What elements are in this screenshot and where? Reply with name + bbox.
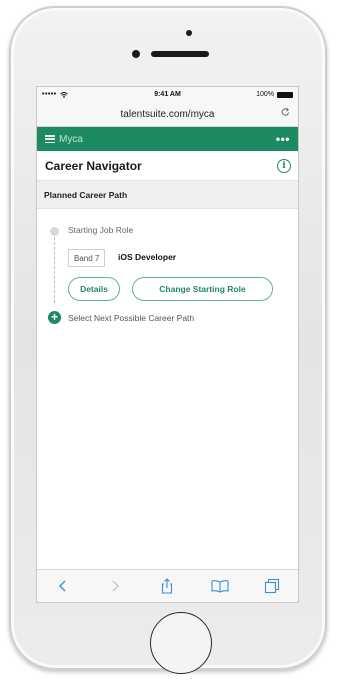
starting-role-dot — [50, 227, 59, 236]
info-icon[interactable]: i — [277, 158, 291, 173]
app-name: Myca — [59, 133, 83, 145]
earpiece-speaker — [151, 51, 209, 57]
more-options-icon[interactable]: ••• — [276, 132, 290, 146]
front-camera — [132, 50, 140, 58]
band-badge: Band 7 — [68, 249, 106, 267]
back-icon[interactable] — [53, 576, 73, 596]
career-path-area: Starting Job Role Band 7 iOS Developer D… — [37, 209, 298, 349]
section-header: Planned Career Path — [37, 181, 298, 209]
browser-toolbar — [37, 569, 298, 602]
change-starting-role-button[interactable]: Change Starting Role — [132, 277, 273, 301]
reload-icon[interactable] — [281, 106, 290, 120]
select-next-career-path-link[interactable]: Select Next Possible Career Path — [68, 313, 194, 323]
details-button[interactable]: Details — [68, 277, 120, 301]
path-connector-line — [54, 237, 55, 303]
battery-icon — [277, 91, 293, 98]
tabs-icon[interactable] — [262, 576, 282, 596]
status-time: 9:41 AM — [154, 91, 181, 98]
starting-role-label: Starting Job Role — [68, 225, 134, 235]
status-bar: ••••• 9:41 AM 100% — [37, 87, 298, 102]
hamburger-menu-icon[interactable] — [45, 135, 55, 143]
home-button[interactable] — [150, 612, 212, 674]
share-icon[interactable] — [157, 576, 177, 596]
url-text[interactable]: talentsuite.com/myca — [111, 106, 225, 123]
bookmarks-icon[interactable] — [210, 576, 230, 596]
forward-icon[interactable] — [105, 576, 125, 596]
phone-screen: ••••• 9:41 AM 100% talentsuite.com/myca — [36, 86, 299, 603]
mockup-stage: ••••• 9:41 AM 100% talentsuite.com/myca — [0, 0, 339, 680]
app-header: Myca ••• — [37, 127, 298, 151]
add-career-path-icon[interactable]: + — [48, 311, 61, 324]
role-name: iOS Developer — [118, 252, 177, 262]
camera-dot — [186, 30, 192, 36]
title-row: Career Navigator i — [37, 151, 298, 181]
page-title: Career Navigator — [45, 158, 142, 173]
browser-address-bar[interactable]: talentsuite.com/myca — [37, 102, 298, 127]
